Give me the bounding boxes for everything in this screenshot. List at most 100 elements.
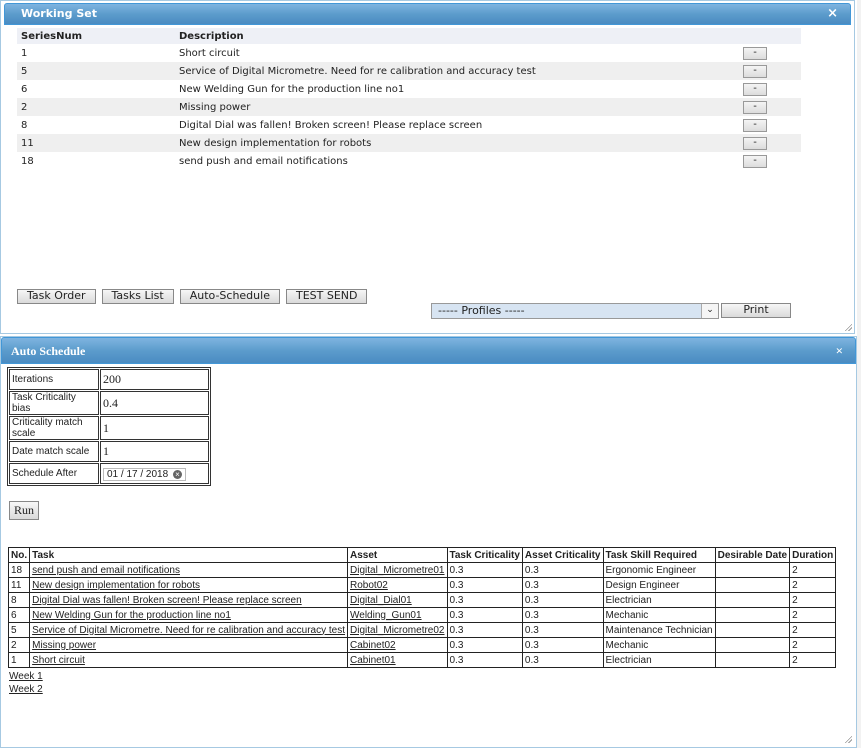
bias-label: Task Criticality bias <box>9 391 99 415</box>
task-criticality: 0.3 <box>446 592 523 608</box>
task-link[interactable]: Missing power <box>32 640 96 651</box>
asset-link[interactable]: Welding_Gun01 <box>350 610 422 621</box>
table-row: 2 Missing power Cabinet02 0.3 0.3 Mechanic 2 <box>7 637 837 653</box>
tasks-list-button[interactable]: Tasks List <box>101 289 174 304</box>
task-link[interactable]: Service of Digital Micrometre. Need for … <box>32 625 345 636</box>
asset-link[interactable]: Digital_Micrometre01 <box>350 565 444 576</box>
criticality-scale-input[interactable]: 1 <box>100 416 209 440</box>
asset-link[interactable]: Digital_Micrometre02 <box>350 625 444 636</box>
schedule-after-date-input[interactable]: 01 / 17 / 2018 × <box>103 468 186 481</box>
table-row: 2 Missing power - <box>17 98 801 116</box>
working-set-titlebar[interactable]: Working Set × <box>4 3 851 25</box>
description: New design implementation for robots <box>175 134 643 152</box>
asset-link[interactable]: Cabinet01 <box>350 655 396 666</box>
row-no: 6 <box>7 607 31 623</box>
row-actions: - <box>643 44 801 62</box>
asset-link[interactable]: Digital_Dial01 <box>350 595 412 606</box>
param-row: Schedule After 01 / 17 / 2018 × <box>9 463 209 484</box>
asset-link[interactable]: Cabinet02 <box>350 640 396 651</box>
task-link[interactable]: send push and email notifications <box>32 565 180 576</box>
task-criticality: 0.3 <box>446 652 523 668</box>
iterations-input[interactable]: 200 <box>100 369 209 390</box>
task-link-cell: New Welding Gun for the production line … <box>29 607 349 623</box>
test-send-button[interactable]: TEST SEND <box>285 289 368 304</box>
col-header-duration: Duration <box>789 547 837 563</box>
asset-criticality: 0.3 <box>521 577 604 593</box>
profiles-select[interactable]: ----- Profiles ----- ⌄ <box>431 303 719 319</box>
series-num: 6 <box>21 83 28 95</box>
skill-required: Electrician <box>602 652 716 668</box>
close-icon[interactable]: × <box>836 338 843 364</box>
auto-schedule-titlebar[interactable]: Auto Schedule × <box>1 337 856 364</box>
task-criticality: 0.3 <box>446 577 523 593</box>
table-row: 11 New design implementation for robots - <box>17 134 801 152</box>
param-row: Criticality match scale 1 <box>9 416 209 440</box>
skill-required: Design Engineer <box>602 577 716 593</box>
col-header-skill: Task Skill Required <box>602 547 716 563</box>
asset-link[interactable]: Robot02 <box>350 580 388 591</box>
asset-criticality: 0.3 <box>521 622 604 638</box>
asset-criticality: 0.3 <box>521 637 604 653</box>
working-set-rows: 1 Short circuit -5 Service of Digital Micro… <box>17 44 801 170</box>
asset-link-cell: Cabinet01 <box>347 652 448 668</box>
print-button[interactable]: Print <box>721 303 791 318</box>
resize-handle[interactable] <box>844 735 852 743</box>
run-button[interactable]: Run <box>9 501 40 520</box>
task-order-button[interactable]: Task Order <box>17 289 96 304</box>
close-icon[interactable]: × <box>827 4 838 24</box>
asset-criticality: 0.3 <box>521 652 604 668</box>
task-link[interactable]: Short circuit <box>32 655 85 666</box>
remove-row-button[interactable]: - <box>743 118 767 132</box>
bias-input[interactable]: 0.4 <box>100 391 209 415</box>
resize-handle[interactable] <box>844 323 852 331</box>
table-row: 1 Short circuit - <box>17 44 801 62</box>
skill-required: Mechanic <box>602 637 716 653</box>
chevron-down-icon[interactable]: ⌄ <box>701 304 718 318</box>
remove-row-button[interactable]: - <box>743 136 767 150</box>
asset-link-cell: Robot02 <box>347 577 448 593</box>
week-2-link[interactable]: Week 2 <box>9 684 43 695</box>
schedule-after-value: 01 / 17 / 2018 <box>107 469 169 480</box>
table-row: 5 Service of Digital Micrometre. Need for… <box>17 62 801 80</box>
clear-date-icon[interactable]: × <box>172 470 182 479</box>
duration: 2 <box>789 622 837 638</box>
remove-row-button[interactable]: - <box>743 82 767 96</box>
desirable-date <box>714 652 791 668</box>
description: Service of Digital Micrometre. Need for … <box>175 62 643 80</box>
task-link-cell: Short circuit <box>29 652 349 668</box>
task-criticality: 0.3 <box>446 637 523 653</box>
desirable-date <box>714 562 791 578</box>
duration: 2 <box>789 607 837 623</box>
week-1-link[interactable]: Week 1 <box>9 671 43 682</box>
schedule-rows: 1 8 send push and email notifications Digit… <box>7 562 837 668</box>
duration: 2 <box>789 637 837 653</box>
col-header-seriesnum: SeriesNum <box>17 28 175 44</box>
date-scale-input[interactable]: 1 <box>100 441 209 462</box>
working-set-title: Working Set <box>21 7 97 20</box>
remove-row-button[interactable]: - <box>743 100 767 114</box>
col-header-task-criticality: Task Criticality <box>446 547 523 563</box>
asset-criticality: 0.3 <box>521 562 604 578</box>
row-no: 8 <box>7 592 31 608</box>
task-link[interactable]: Digital Dial was fallen! Broken screen! … <box>32 595 302 606</box>
auto-schedule-title: Auto Schedule <box>11 344 86 358</box>
desirable-date <box>714 622 791 638</box>
col-header-task: Task <box>29 547 349 563</box>
working-set-dialog: Working Set × SeriesNum Description 1 Sho… <box>0 0 855 334</box>
desirable-date <box>714 592 791 608</box>
iterations-label: Iterations <box>9 369 99 390</box>
row-no: 1 <box>7 652 31 668</box>
task-link[interactable]: New Welding Gun for the production line … <box>32 610 231 621</box>
remove-row-button[interactable]: - <box>743 64 767 78</box>
duration: 2 <box>789 577 837 593</box>
remove-row-button[interactable]: - <box>743 46 767 60</box>
table-header-row: No. Task Asset Task Criticality Asset Critic… <box>7 547 837 563</box>
desirable-date <box>714 577 791 593</box>
working-set-toolbar: Task Order Tasks List Auto-Schedule TEST SE… <box>17 289 373 304</box>
task-link[interactable]: New design implementation for robots <box>32 580 200 591</box>
task-link-cell: Missing power <box>29 637 349 653</box>
remove-row-button[interactable]: - <box>743 154 767 168</box>
auto-schedule-button[interactable]: Auto-Schedule <box>179 289 280 304</box>
duration: 2 <box>789 652 837 668</box>
row-no: 5 <box>7 622 31 638</box>
